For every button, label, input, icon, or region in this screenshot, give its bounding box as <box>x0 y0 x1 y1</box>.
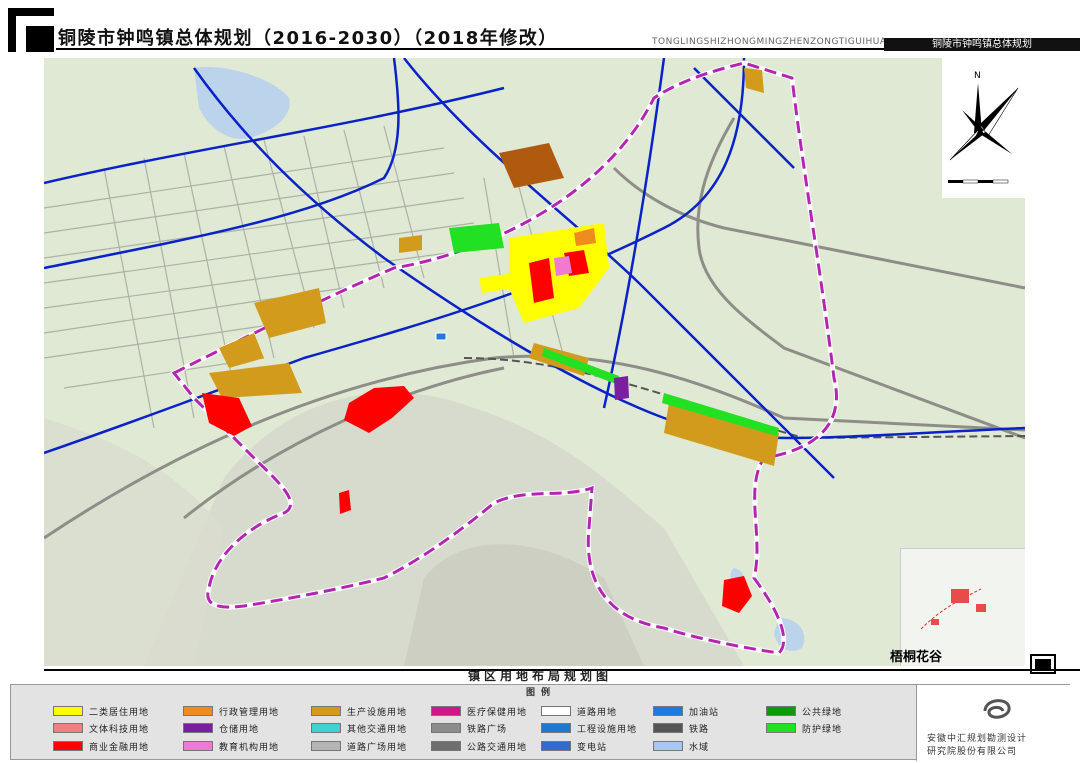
legend-swatch <box>541 723 571 733</box>
organization-name-line1: 安徽中汇规划勘测设计 <box>927 734 1028 744</box>
legend-item: 道路广场用地 <box>311 740 408 753</box>
legend-item: 工程设施用地 <box>541 722 638 735</box>
parcel-production <box>399 235 422 253</box>
legend-item: 医疗保健用地 <box>431 705 528 718</box>
legend-label: 文体科技用地 <box>89 724 150 735</box>
legend-label: 变电站 <box>577 742 608 753</box>
legend-item: 生产设施用地 <box>311 705 408 718</box>
legend-item: 教育机构用地 <box>183 740 280 753</box>
title-pinyin: TONGLINGSHIZHONGMINGZHENZONGTIGUIHUA <box>652 37 887 47</box>
header-corner-mark <box>8 8 54 52</box>
legend-label: 水域 <box>689 742 710 753</box>
gas-station-marker <box>435 332 447 341</box>
legend-label: 铁路 <box>689 724 710 735</box>
legend-swatch <box>766 706 796 716</box>
legend-label: 防护绿地 <box>802 724 843 735</box>
legend-swatch <box>431 741 461 751</box>
legend-label: 生产设施用地 <box>347 707 408 718</box>
legend-swatch <box>653 723 683 733</box>
organization-logo-icon <box>983 699 1011 719</box>
legend-swatch <box>431 706 461 716</box>
legend-swatch <box>431 723 461 733</box>
legend-swatch <box>53 741 83 751</box>
legend-label: 加油站 <box>689 707 720 718</box>
legend-swatch <box>183 706 213 716</box>
legend-swatch <box>541 741 571 751</box>
legend-item: 仓储用地 <box>183 722 260 735</box>
legend-swatch <box>53 723 83 733</box>
inset-label: 梧桐花谷 <box>890 650 943 665</box>
legend-label: 医疗保健用地 <box>467 707 528 718</box>
legend-item: 行政管理用地 <box>183 705 280 718</box>
legend-label: 教育机构用地 <box>219 742 280 753</box>
legend-swatch <box>183 723 213 733</box>
legend-title: 图例 <box>526 688 557 698</box>
legend-label: 道路广场用地 <box>347 742 408 753</box>
legend-swatch <box>311 723 341 733</box>
parcel-protective-green <box>449 223 504 253</box>
legend-swatch <box>766 723 796 733</box>
legend-item: 防护绿地 <box>766 722 843 735</box>
legend-swatch <box>653 741 683 751</box>
legend-swatch <box>653 706 683 716</box>
parcel-commercial <box>339 490 351 514</box>
page-title: 铜陵市钟鸣镇总体规划（2016-2030）（2018年修改） <box>58 28 558 49</box>
organization-logo-area: 安徽中汇规划勘测设计 研究院股份有限公司 <box>916 685 1071 761</box>
north-arrow: N <box>942 58 1025 198</box>
legend: 图例 二类居住用地 文体科技用地 商业金融用地 行政管理用地 仓储用地教育机构用地 生产设… <box>10 684 1071 761</box>
legend-swatch <box>183 741 213 751</box>
legend-label: 仓储用地 <box>219 724 260 735</box>
legend-item: 道路用地 <box>541 705 618 718</box>
legend-item: 铁路 <box>653 722 710 735</box>
legend-label: 道路用地 <box>577 707 618 718</box>
legend-swatch <box>541 706 571 716</box>
land-use-map <box>44 58 1025 666</box>
map-title: 镇区用地布局规划图 <box>467 669 612 683</box>
legend-swatch <box>311 741 341 751</box>
legend-label: 商业金融用地 <box>89 742 150 753</box>
legend-item: 加油站 <box>653 705 720 718</box>
legend-swatch <box>53 706 83 716</box>
legend-item: 其他交通用地 <box>311 722 408 735</box>
legend-item: 变电站 <box>541 740 608 753</box>
legend-item: 商业金融用地 <box>53 740 150 753</box>
legend-item: 公共绿地 <box>766 705 843 718</box>
header-right-label: 铜陵市钟鸣镇总体规划 <box>884 38 1080 51</box>
parcel-storage <box>614 376 629 400</box>
legend-label: 二类居住用地 <box>89 707 150 718</box>
legend-item: 文体科技用地 <box>53 722 150 735</box>
legend-item: 水域 <box>653 740 710 753</box>
legend-item: 公路交通用地 <box>431 740 528 753</box>
organization-name-line2: 研究院股份有限公司 <box>927 747 1018 757</box>
compass-north-label: N <box>974 71 981 81</box>
legend-label: 行政管理用地 <box>219 707 280 718</box>
legend-item: 铁路广场 <box>431 722 508 735</box>
legend-label: 公共绿地 <box>802 707 843 718</box>
legend-label: 其他交通用地 <box>347 724 408 735</box>
parcel-education <box>554 256 572 276</box>
legend-label: 公路交通用地 <box>467 742 528 753</box>
legend-label: 工程设施用地 <box>577 724 638 735</box>
legend-item: 二类居住用地 <box>53 705 150 718</box>
legend-label: 铁路广场 <box>467 724 508 735</box>
legend-swatch <box>311 706 341 716</box>
